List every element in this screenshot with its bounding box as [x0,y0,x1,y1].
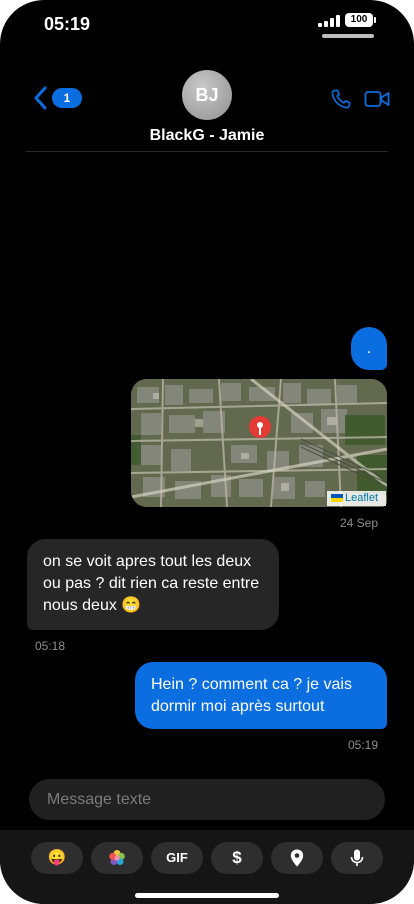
microphone-icon [350,849,364,867]
video-call-icon[interactable] [364,89,390,109]
status-indicator-bar [322,34,374,38]
payment-button[interactable]: $ [211,842,263,874]
map-tiles [131,379,387,507]
location-map-bubble[interactable] [131,379,387,507]
signal-icon [318,15,340,27]
ukraine-flag-icon [331,494,343,502]
battery-tip [374,17,376,23]
message-timestamp: 24 Sep [340,516,379,530]
status-time: 05:19 [44,14,91,34]
battery-icon: 100 [345,13,373,27]
home-indicator[interactable] [135,893,279,898]
emoji-icon: 😛 [47,849,67,866]
unread-count-badge[interactable]: 1 [52,88,82,108]
map-pin-icon [249,416,271,438]
phone-call-icon[interactable] [330,88,352,110]
message-timestamp: 05:18 [35,639,66,653]
location-pin-icon [290,849,304,867]
back-chevron-icon[interactable] [32,86,48,110]
message-bubble-outgoing[interactable]: Hein ? comment ca ? je vais dormir moi a… [135,662,387,729]
dollar-icon: $ [232,848,242,867]
gif-icon: GIF [166,850,188,865]
voice-button[interactable] [331,842,383,874]
message-bubble-outgoing[interactable]: . [351,327,387,370]
avatar[interactable]: BJ [182,70,232,120]
gif-button[interactable]: GIF [151,842,203,874]
contact-name[interactable]: BlackG - Jamie [0,127,414,145]
message-composer[interactable] [29,779,385,820]
emoji-button[interactable]: 😛 [31,842,83,874]
message-input[interactable] [47,791,367,809]
photos-button[interactable] [91,842,143,874]
attribution-label[interactable]: Leaflet [345,492,378,504]
location-button[interactable] [271,842,323,874]
map-attribution-link[interactable]: Leaflet [327,491,386,506]
message-timestamp: 05:19 [348,738,379,752]
photos-icon [109,850,125,866]
phone-screen: 05:19 100 1 BJ BlackG - Jamie . Leaflet … [0,0,414,904]
header-divider [26,151,388,152]
message-bubble-incoming[interactable]: on se voit apres tout les deux ou pas ? … [27,539,279,630]
